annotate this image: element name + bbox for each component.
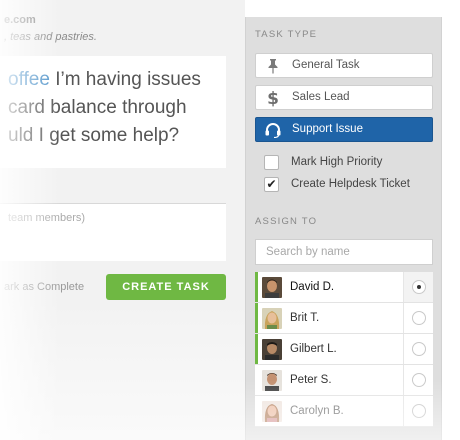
assignee-row-peter[interactable]: Peter S. [255, 365, 433, 396]
avatar [262, 277, 282, 298]
assign-to-heading: ASSIGN TO [255, 216, 318, 227]
task-type-support[interactable]: Support Issue [255, 117, 433, 142]
customer-email: e.com [4, 14, 36, 26]
message-link[interactable]: offee [8, 69, 50, 90]
assignee-row-david[interactable]: David D. [255, 272, 433, 303]
customer-tagline: , teas and pastries. [4, 31, 97, 43]
message-text: offee I’m having issues card balance thr… [0, 56, 226, 168]
avatar [262, 401, 282, 422]
checkmark-icon: ✔ [266, 177, 277, 191]
message-line-1-text: I’m having issues [49, 69, 201, 90]
assignee-list: David D. Brit T. Gilbert L. Peter S. Car… [255, 272, 433, 427]
high-priority-checkbox[interactable] [264, 155, 279, 170]
assignee-name: Peter S. [290, 374, 332, 386]
assignee-row-brit[interactable]: Brit T. [255, 303, 433, 334]
message-line-2: card balance through [8, 97, 187, 118]
assignee-radio[interactable] [412, 342, 426, 356]
pin-icon [256, 54, 290, 77]
member-indicator [255, 303, 258, 333]
task-options-panel: TASK TYPE General Task $ Sales Lead Supp… [245, 17, 442, 440]
task-type-sales-label: Sales Lead [292, 91, 350, 103]
svg-text:$: $ [267, 89, 279, 107]
assignee-search-input[interactable] [255, 239, 433, 265]
member-indicator [255, 334, 258, 364]
assignee-radio[interactable] [412, 404, 426, 418]
assignee-row-carolyn[interactable]: Carolyn B. [255, 396, 433, 427]
assignee-radio[interactable] [412, 311, 426, 325]
task-type-support-label: Support Issue [292, 123, 363, 135]
mark-complete-toggle[interactable]: ark as Complete [4, 281, 84, 293]
assignee-radio[interactable] [412, 373, 426, 387]
member-indicator [255, 272, 258, 302]
task-type-general[interactable]: General Task [255, 53, 433, 78]
assignee-name: Brit T. [290, 312, 320, 324]
helpdesk-ticket-label: Create Helpdesk Ticket [291, 178, 410, 190]
task-type-sales[interactable]: $ Sales Lead [255, 85, 433, 110]
assignee-name: Gilbert L. [290, 343, 337, 355]
message-line-3: uld I get some help? [8, 125, 180, 146]
create-task-button[interactable]: CREATE TASK [106, 274, 226, 300]
form-footer-bg [0, 300, 245, 440]
assignee-radio-cell [403, 272, 433, 302]
task-type-general-label: General Task [292, 59, 360, 71]
high-priority-label: Mark High Priority [291, 156, 383, 168]
task-form: e.com , teas and pastries. offee I’m hav… [0, 0, 245, 440]
avatar [262, 339, 282, 360]
team-members-placeholder: team members) [8, 212, 86, 224]
assignee-radio-cell [403, 334, 433, 364]
radio-dot-icon [417, 285, 421, 289]
assignee-row-gilbert[interactable]: Gilbert L. [255, 334, 433, 365]
assignee-radio-cell [403, 365, 433, 395]
assignee-radio-cell [403, 303, 433, 333]
assignee-name: David D. [290, 281, 335, 293]
assignee-radio-cell [403, 396, 433, 426]
avatar [262, 308, 282, 329]
assignee-name: Carolyn B. [290, 405, 344, 417]
message-line-1: offee I’m having issues [8, 66, 216, 94]
assignee-radio[interactable] [412, 280, 426, 294]
dollar-icon: $ [256, 86, 290, 109]
avatar [262, 370, 282, 391]
helpdesk-ticket-checkbox[interactable]: ✔ [264, 177, 279, 192]
headset-icon [256, 118, 290, 141]
task-type-heading: TASK TYPE [255, 29, 318, 40]
team-members-field[interactable]: team members) [0, 203, 226, 261]
